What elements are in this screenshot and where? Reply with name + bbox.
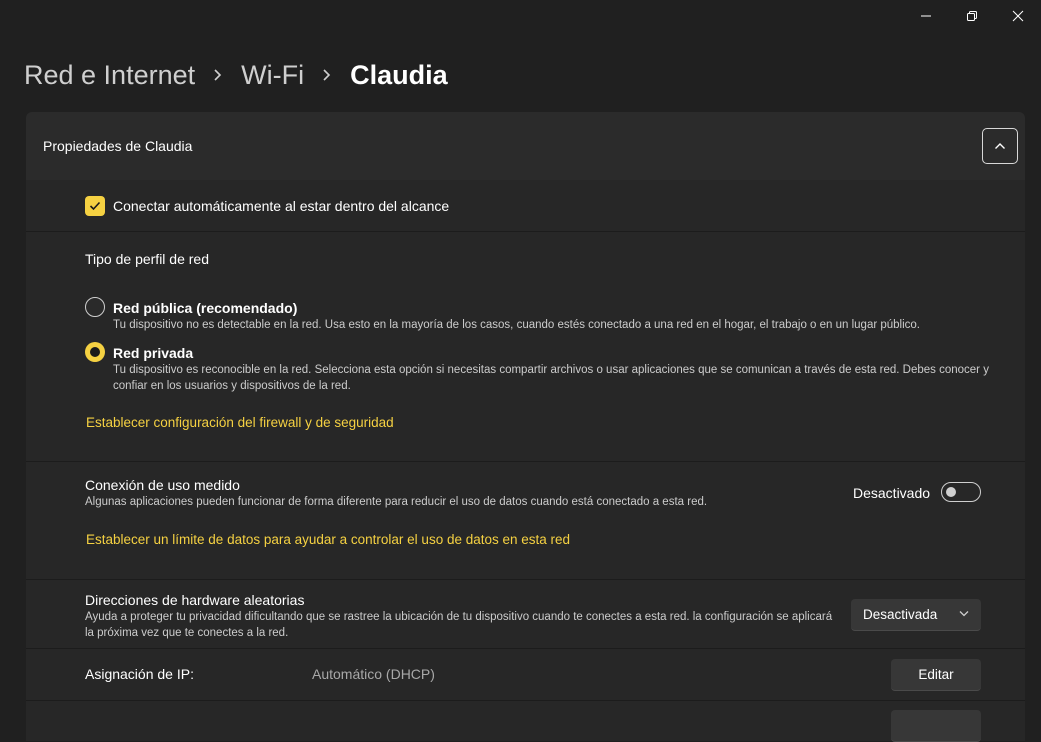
radio-selected-dot [90,347,100,357]
chevron-right-icon [213,68,223,82]
close-icon [1012,10,1024,22]
ip-assignment-value: Automático (DHCP) [312,666,435,682]
breadcrumb-item-network[interactable]: Red e Internet [24,58,195,92]
breadcrumb: Red e Internet Wi-Fi Claudia [24,58,448,92]
panel-header[interactable]: Propiedades de Claudia [26,112,1025,180]
random-hardware-value: Desactivada [863,607,938,622]
data-limit-link[interactable]: Establecer un límite de datos para ayuda… [86,532,570,547]
random-hardware-dropdown[interactable]: Desactivada [851,599,981,631]
toggle-knob [946,487,956,497]
window-controls [903,0,1041,32]
private-network-description: Tu dispositivo es reconocible en la red.… [113,364,989,392]
restore-button[interactable] [949,0,995,32]
minimize-button[interactable] [903,0,949,32]
close-button[interactable] [995,0,1041,32]
metered-connection-description: Algunas aplicaciones pueden funcionar de… [85,496,708,508]
metered-connection-title: Conexión de uso medido [85,477,240,493]
edit-dns-button[interactable] [891,710,981,742]
public-network-description: Tu dispositivo no es detectable en la re… [113,319,921,331]
restore-icon [967,11,977,21]
metered-toggle-state: Desactivado [853,485,931,501]
network-profile-section: Tipo de perfil de red Red pública (recom… [26,232,1025,461]
chevron-down-icon [959,611,969,617]
chevron-up-icon [995,143,1005,149]
private-network-radio[interactable] [85,342,105,362]
metered-connection-toggle[interactable] [941,482,981,502]
dns-assignment-section [26,701,1025,742]
network-profile-heading: Tipo de perfil de red [85,251,209,267]
panel-title: Propiedades de Claudia [43,138,193,154]
private-network-label[interactable]: Red privada [113,345,193,361]
checkmark-icon [89,201,101,211]
random-hardware-title: Direcciones de hardware aleatorias [85,592,305,608]
firewall-settings-link[interactable]: Establecer configuración del firewall y … [86,415,394,430]
breadcrumb-item-wifi[interactable]: Wi-Fi [241,58,304,92]
collapse-button[interactable] [982,128,1018,164]
chevron-right-icon [322,68,332,82]
auto-connect-section: Conectar automáticamente al estar dentro… [26,180,1025,231]
auto-connect-checkbox[interactable] [85,196,105,216]
ip-assignment-section: Asignación de IP: Automático (DHCP) Edit… [26,649,1025,700]
auto-connect-label: Conectar automáticamente al estar dentro… [113,198,450,214]
public-network-radio[interactable] [85,297,105,317]
edit-ip-button[interactable]: Editar [891,659,981,691]
random-hardware-section: Direcciones de hardware aleatorias Ayuda… [26,580,1025,648]
page-title: Claudia [350,60,448,90]
metered-connection-section: Conexión de uso medido Algunas aplicacio… [26,462,1025,579]
minimize-icon [921,15,931,17]
ip-assignment-label: Asignación de IP: [85,666,194,682]
network-properties-panel: Propiedades de Claudia Conectar automáti… [26,112,1025,742]
random-hardware-description: Ayuda a proteger tu privacidad dificulta… [85,611,833,639]
public-network-label[interactable]: Red pública (recomendado) [113,300,297,316]
